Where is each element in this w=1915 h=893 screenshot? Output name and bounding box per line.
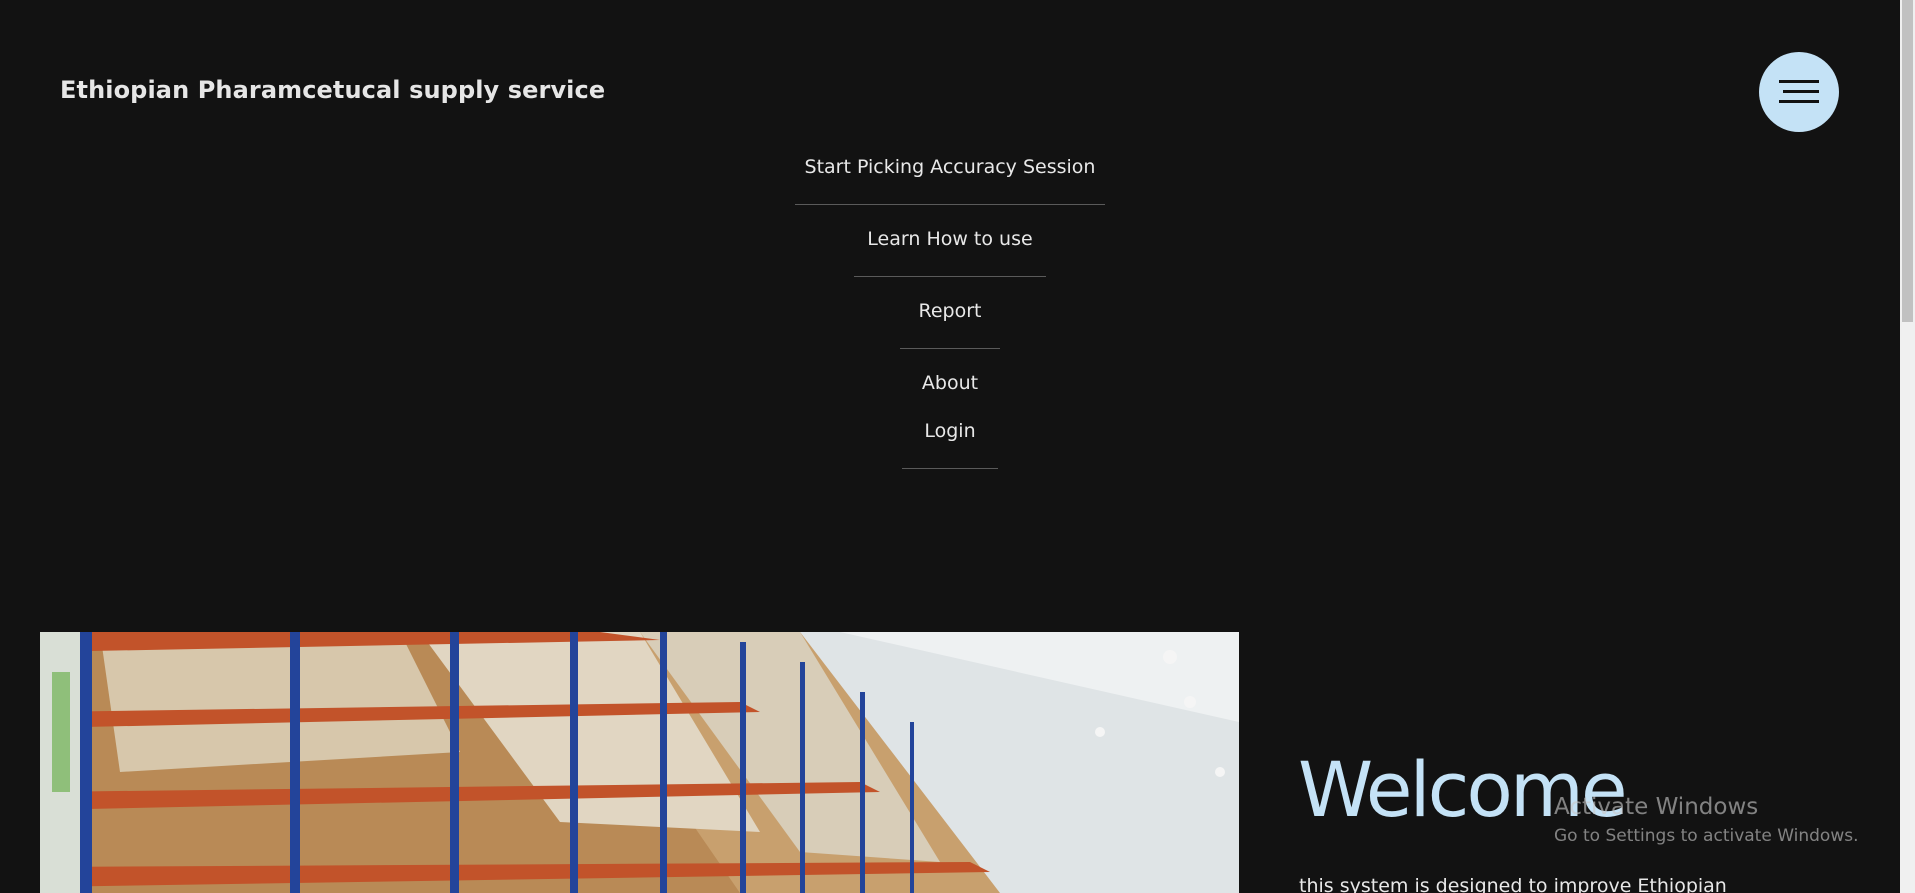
scrollbar-thumb[interactable] — [1902, 0, 1913, 322]
activate-windows-watermark: Activate Windows Go to Settings to activ… — [1554, 794, 1859, 846]
nav-item-about[interactable]: About — [902, 366, 998, 400]
nav-item-report[interactable]: Report — [899, 294, 1002, 328]
intro-text: this system is designed to improve Ethio… — [1299, 875, 1727, 893]
page: Ethiopian Pharamcetucal supply service S… — [0, 0, 1915, 893]
hamburger-menu-icon — [1779, 80, 1819, 103]
activate-windows-subtitle: Go to Settings to activate Windows. — [1554, 826, 1859, 846]
nav-divider — [854, 276, 1046, 277]
nav-divider — [900, 348, 1000, 349]
vertical-scrollbar[interactable] — [1900, 0, 1915, 893]
warehouse-shelves-image — [40, 632, 1239, 893]
nav-item-start-session[interactable]: Start Picking Accuracy Session — [785, 150, 1116, 184]
nav-item-learn[interactable]: Learn How to use — [847, 222, 1052, 256]
activate-windows-title: Activate Windows — [1554, 794, 1759, 820]
nav-item-login[interactable]: Login — [904, 414, 995, 448]
nav-divider — [795, 204, 1105, 205]
main-nav-menu: Start Picking Accuracy Session Learn How… — [0, 150, 1900, 469]
brand-title[interactable]: Ethiopian Pharamcetucal supply service — [60, 76, 605, 104]
menu-toggle-button[interactable] — [1759, 52, 1839, 132]
nav-divider — [902, 468, 998, 469]
